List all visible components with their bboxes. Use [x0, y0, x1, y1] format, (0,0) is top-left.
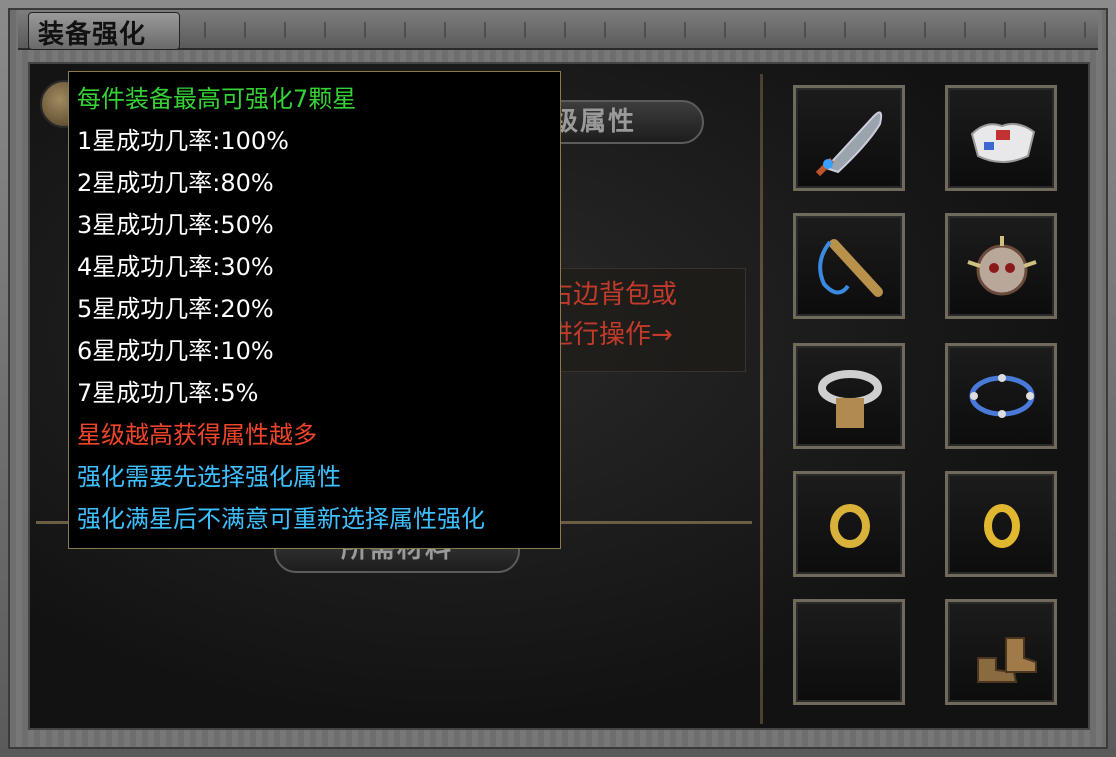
title-ornament	[186, 22, 1086, 38]
tooltip-line: 7星成功几率:5%	[77, 379, 259, 407]
bracelet-icon	[818, 370, 882, 428]
tooltip-line: 4星成功几率:30%	[77, 253, 274, 281]
tooltip-line: 2星成功几率:80%	[77, 169, 274, 197]
equipment-slot-5[interactable]	[793, 343, 905, 449]
equipment-slot-1[interactable]	[793, 85, 905, 191]
tooltip-line: 3星成功几率:50%	[77, 211, 274, 239]
tooltip-line: 5星成功几率:20%	[77, 295, 274, 323]
equipment-slot-10[interactable]	[945, 599, 1057, 705]
tooltip-line: 强化满星后不满意可重新选择属性强化	[77, 505, 485, 533]
tooltip-line: 每件装备最高可强化7颗星	[77, 85, 357, 113]
boots-icon	[977, 637, 1037, 683]
helmet-icon	[967, 236, 1037, 296]
vertical-divider	[760, 74, 763, 724]
enhance-info-tooltip: 每件装备最高可强化7颗星 1星成功几率:100% 2星成功几率:80% 3星成功…	[68, 71, 561, 549]
window-title: 装备强化	[38, 20, 147, 50]
equipment-enhance-window: 装备强化 升级属性 所需材料 请先选择右边背包或 佩戴装备进行操作→	[0, 0, 1116, 757]
sword-icon	[815, 111, 883, 177]
equipment-slot-6[interactable]	[945, 343, 1057, 449]
equipment-slot-2[interactable]	[945, 85, 1057, 191]
equipment-slot-9-empty[interactable]	[793, 599, 905, 705]
tooltip-line: 星级越高获得属性越多	[77, 421, 317, 449]
tooltip-line: 6星成功几率:10%	[77, 337, 274, 365]
equipment-slot-8[interactable]	[945, 471, 1057, 577]
ring-icon	[984, 504, 1020, 548]
armor-icon	[970, 123, 1036, 163]
ring-icon	[830, 504, 870, 548]
equipment-slot-7[interactable]	[793, 471, 905, 577]
tooltip-line: 1星成功几率:100%	[77, 127, 289, 155]
equipment-slot-3[interactable]	[793, 213, 905, 319]
necklace-icon	[818, 239, 883, 297]
tooltip-line: 强化需要先选择强化属性	[77, 463, 341, 491]
equipment-slot-4[interactable]	[945, 213, 1057, 319]
blue-bracelet-icon	[969, 374, 1035, 418]
